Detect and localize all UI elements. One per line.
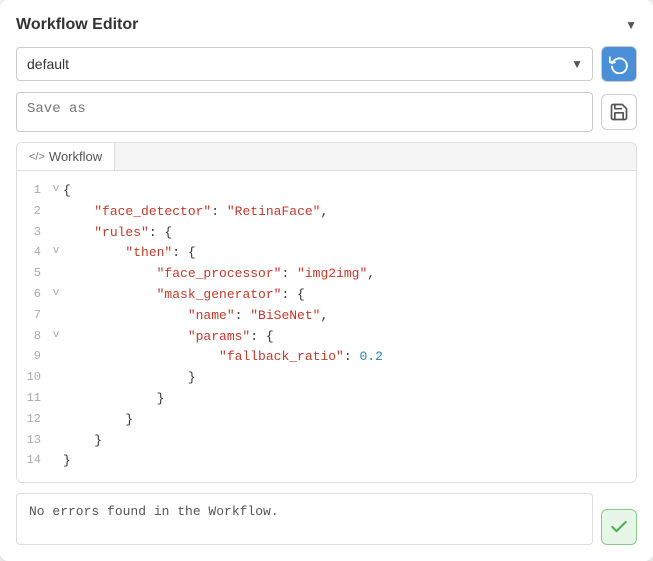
select-row: default ▼ [16, 46, 637, 82]
code-line: 3 "rules": { [17, 223, 636, 244]
code-line: 7 "name": "BiSeNet", [17, 306, 636, 327]
page-title: Workflow Editor [16, 16, 138, 34]
code-line: 1 v { [17, 181, 636, 202]
code-line: 10 } [17, 368, 636, 389]
status-row [16, 493, 637, 545]
workflow-select[interactable]: default [16, 47, 593, 81]
code-line: 6 v "mask_generator": { [17, 285, 636, 306]
saveas-input[interactable] [16, 92, 593, 132]
code-icon: </> [29, 151, 45, 163]
tab-workflow-label: Workflow [49, 149, 102, 164]
code-line: 5 "face_processor": "img2img", [17, 264, 636, 285]
code-line: 14 } [17, 451, 636, 472]
tab-workflow[interactable]: </> Workflow [17, 143, 115, 170]
code-line: 4 v "then": { [17, 243, 636, 264]
save-button[interactable] [601, 94, 637, 130]
workflow-editor-container: Workflow Editor ▼ default ▼ [0, 0, 653, 561]
code-line: 8 v "params": { [17, 327, 636, 348]
header-row: Workflow Editor ▼ [16, 16, 637, 34]
code-line: 2 "face_detector": "RetinaFace", [17, 202, 636, 223]
editor-tab-bar: </> Workflow [17, 143, 636, 171]
refresh-button[interactable] [601, 46, 637, 82]
collapse-icon[interactable]: ▼ [625, 18, 637, 32]
saveas-row [16, 92, 637, 132]
code-line: 12 } [17, 410, 636, 431]
editor-panel: </> Workflow 1 v { 2 "face_detector": "R… [16, 142, 637, 483]
code-editor[interactable]: 1 v { 2 "face_detector": "RetinaFace", 3… [17, 171, 636, 482]
status-message [16, 493, 593, 545]
code-line: 11 } [17, 389, 636, 410]
workflow-select-wrapper: default ▼ [16, 47, 593, 81]
code-line: 9 "fallback_ratio": 0.2 [17, 347, 636, 368]
code-line: 13 } [17, 431, 636, 452]
